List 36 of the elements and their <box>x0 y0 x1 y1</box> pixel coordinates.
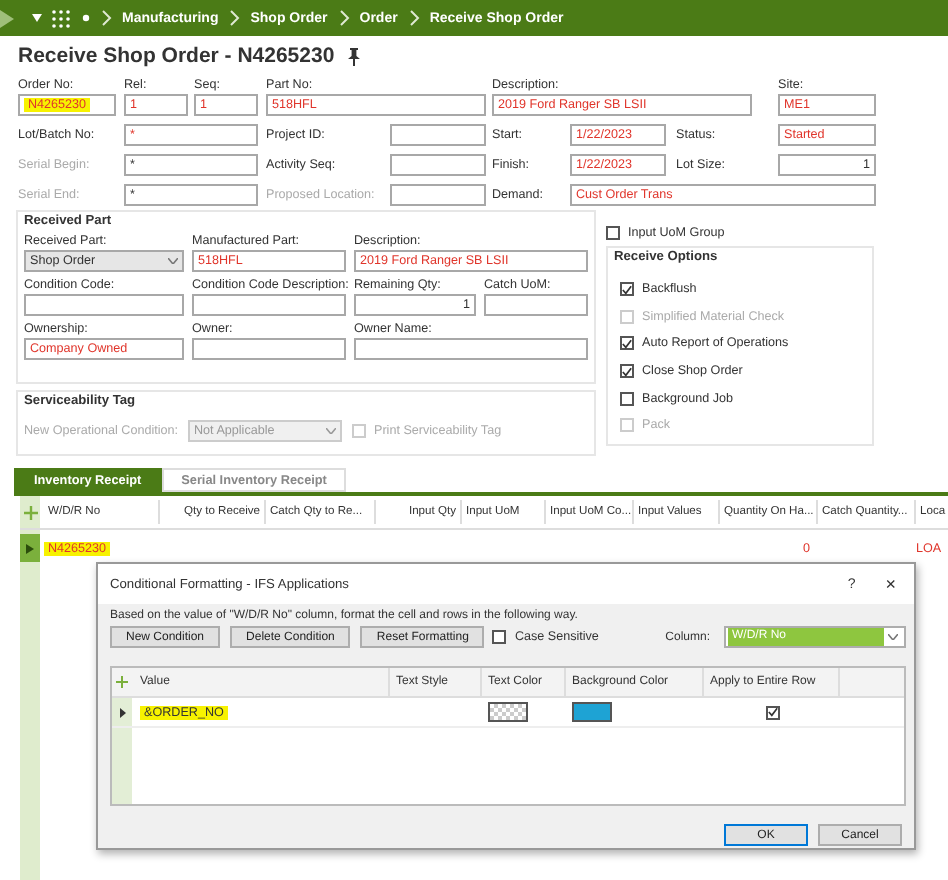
dot-icon <box>82 14 90 22</box>
color-swatch[interactable] <box>488 702 528 722</box>
color-swatch[interactable] <box>572 702 612 722</box>
chevron-icon <box>102 10 112 26</box>
chevron-icon <box>230 10 241 26</box>
input-field[interactable] <box>354 338 588 360</box>
caret-icon[interactable] <box>32 14 42 22</box>
caret-icon <box>888 634 898 640</box>
row-selector[interactable] <box>20 534 40 562</box>
caret-icon <box>326 428 336 434</box>
input-field[interactable] <box>484 294 588 316</box>
chevron-icon <box>409 10 420 26</box>
grid-icon[interactable] <box>52 9 70 27</box>
checkbox[interactable] <box>620 336 634 351</box>
input-field[interactable] <box>390 184 486 206</box>
close-button[interactable]: × <box>885 574 896 594</box>
input-field[interactable] <box>390 124 486 146</box>
checkbox[interactable] <box>620 391 634 406</box>
input-field[interactable] <box>192 294 346 316</box>
pin-icon[interactable] <box>348 47 361 65</box>
play-icon[interactable] <box>0 9 14 27</box>
input-field[interactable] <box>24 294 184 316</box>
checkbox[interactable] <box>765 705 779 719</box>
checkbox[interactable] <box>492 630 507 644</box>
input-field[interactable] <box>192 338 346 360</box>
add-icon[interactable] <box>24 505 38 519</box>
checkbox[interactable] <box>620 282 634 297</box>
input-field[interactable] <box>390 154 486 176</box>
add-icon[interactable] <box>116 676 128 688</box>
chevron-icon <box>339 10 350 26</box>
row-selector-icon[interactable] <box>120 707 126 717</box>
checkbox[interactable] <box>620 364 634 379</box>
caret-icon <box>168 258 178 264</box>
triangle-icon <box>26 543 34 553</box>
checkbox[interactable] <box>606 225 620 239</box>
page-title: Receive Shop Order - N4265230 <box>18 44 335 68</box>
